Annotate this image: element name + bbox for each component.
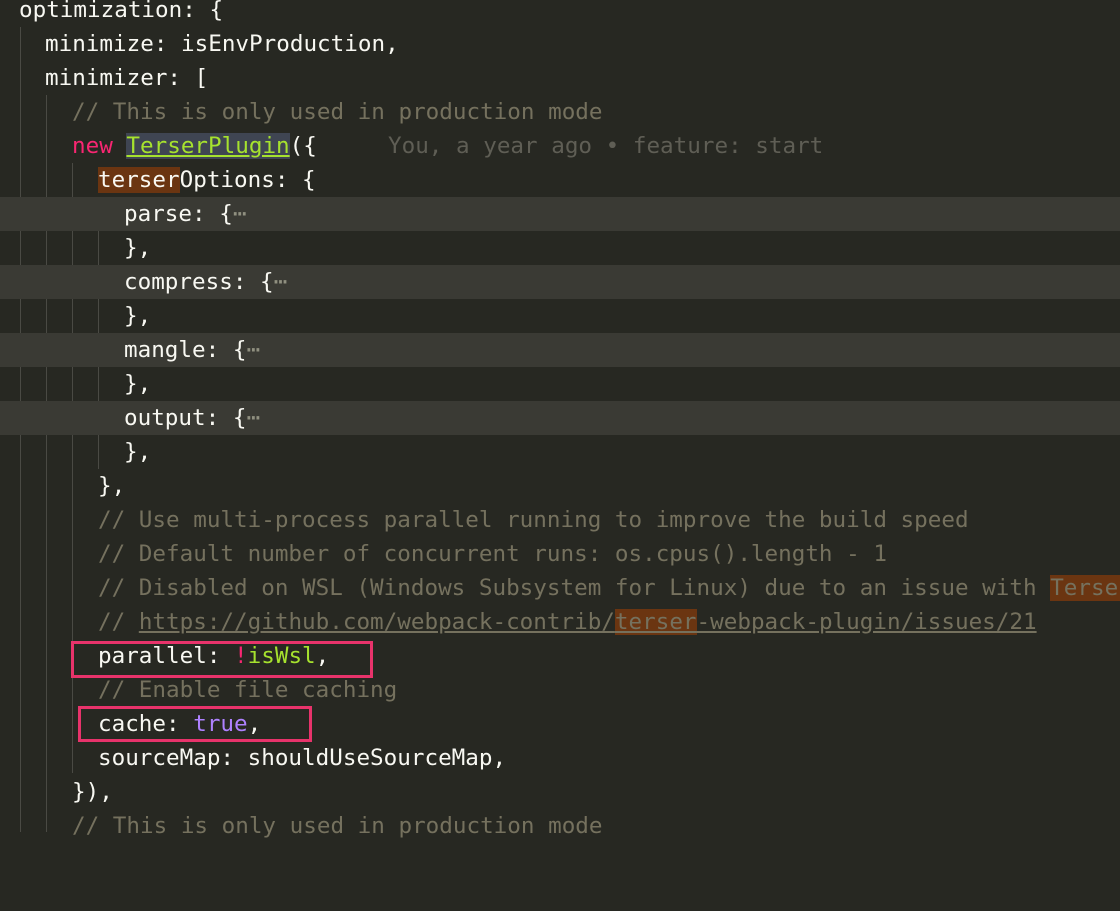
code-line[interactable]: }, — [0, 299, 1120, 333]
code-line[interactable]: }, — [0, 367, 1120, 401]
code-line[interactable]: new TerserPlugin({ You, a year ago • fea… — [0, 129, 1120, 163]
code-line[interactable]: // This is only used in production mode — [0, 95, 1120, 129]
code-line[interactable]: // https://github.com/webpack-contrib/te… — [0, 605, 1120, 639]
code-line[interactable]: // Default number of concurrent runs: os… — [0, 537, 1120, 571]
code-editor[interactable]: optimization: { minimize: isEnvProductio… — [0, 0, 1120, 839]
search-highlight: Terser — [1050, 575, 1120, 601]
folded-code-line[interactable]: compress: {⋯ — [0, 265, 1120, 299]
comment-link[interactable]: https://github.com/webpack-contrib/ — [139, 609, 615, 635]
comment: // Enable file caching — [98, 677, 398, 703]
code-line[interactable]: // Disabled on WSL (Windows Subsystem fo… — [0, 571, 1120, 605]
code-line[interactable]: }, — [0, 435, 1120, 469]
comment: // This is only used in production mode — [72, 813, 603, 839]
comment: // Default number of concurrent runs: os… — [98, 541, 887, 567]
code-line[interactable]: }, — [0, 231, 1120, 265]
code-line[interactable]: sourceMap: shouldUseSourceMap, — [0, 741, 1120, 775]
git-blame-annotation: You, a year ago • feature: start — [388, 133, 824, 159]
search-highlight: terser — [98, 167, 180, 193]
fold-ellipsis-icon[interactable]: ⋯ — [246, 405, 260, 431]
code-line[interactable]: }, — [0, 469, 1120, 503]
fold-ellipsis-icon[interactable]: ⋯ — [246, 337, 260, 363]
annotation-box-parallel — [71, 641, 373, 678]
comment: // Use multi-process parallel running to… — [98, 507, 969, 533]
code-line[interactable]: // Enable file caching — [0, 673, 1120, 707]
code-line[interactable]: // This is only used in production mode — [0, 809, 1120, 843]
fold-ellipsis-icon[interactable]: ⋯ — [274, 269, 288, 295]
annotation-box-cache — [78, 706, 312, 742]
fold-ellipsis-icon[interactable]: ⋯ — [233, 201, 247, 227]
comment: // This is only used in production mode — [72, 99, 603, 125]
folded-code-line[interactable]: mangle: {⋯ — [0, 333, 1120, 367]
code-line[interactable]: }), — [0, 775, 1120, 809]
search-highlight[interactable]: terser — [614, 609, 697, 635]
class-name: TerserPlugin — [126, 133, 290, 159]
comment: // Disabled on WSL (Windows Subsystem fo… — [98, 575, 1051, 601]
code-line[interactable]: minimizer: [ — [0, 61, 1120, 95]
folded-code-line[interactable]: output: {⋯ — [0, 401, 1120, 435]
folded-code-line[interactable]: parse: {⋯ — [0, 197, 1120, 231]
code-line[interactable]: terserOptions: { — [0, 163, 1120, 197]
code-line[interactable]: minimize: isEnvProduction, — [0, 27, 1120, 61]
code-line[interactable]: // Use multi-process parallel running to… — [0, 503, 1120, 537]
object-key: optimization — [19, 0, 183, 23]
code-line[interactable]: optimization: { — [0, 0, 1120, 27]
keyword-new: new — [72, 133, 113, 159]
comment-link[interactable]: -webpack-plugin/issues/21 — [697, 609, 1037, 635]
